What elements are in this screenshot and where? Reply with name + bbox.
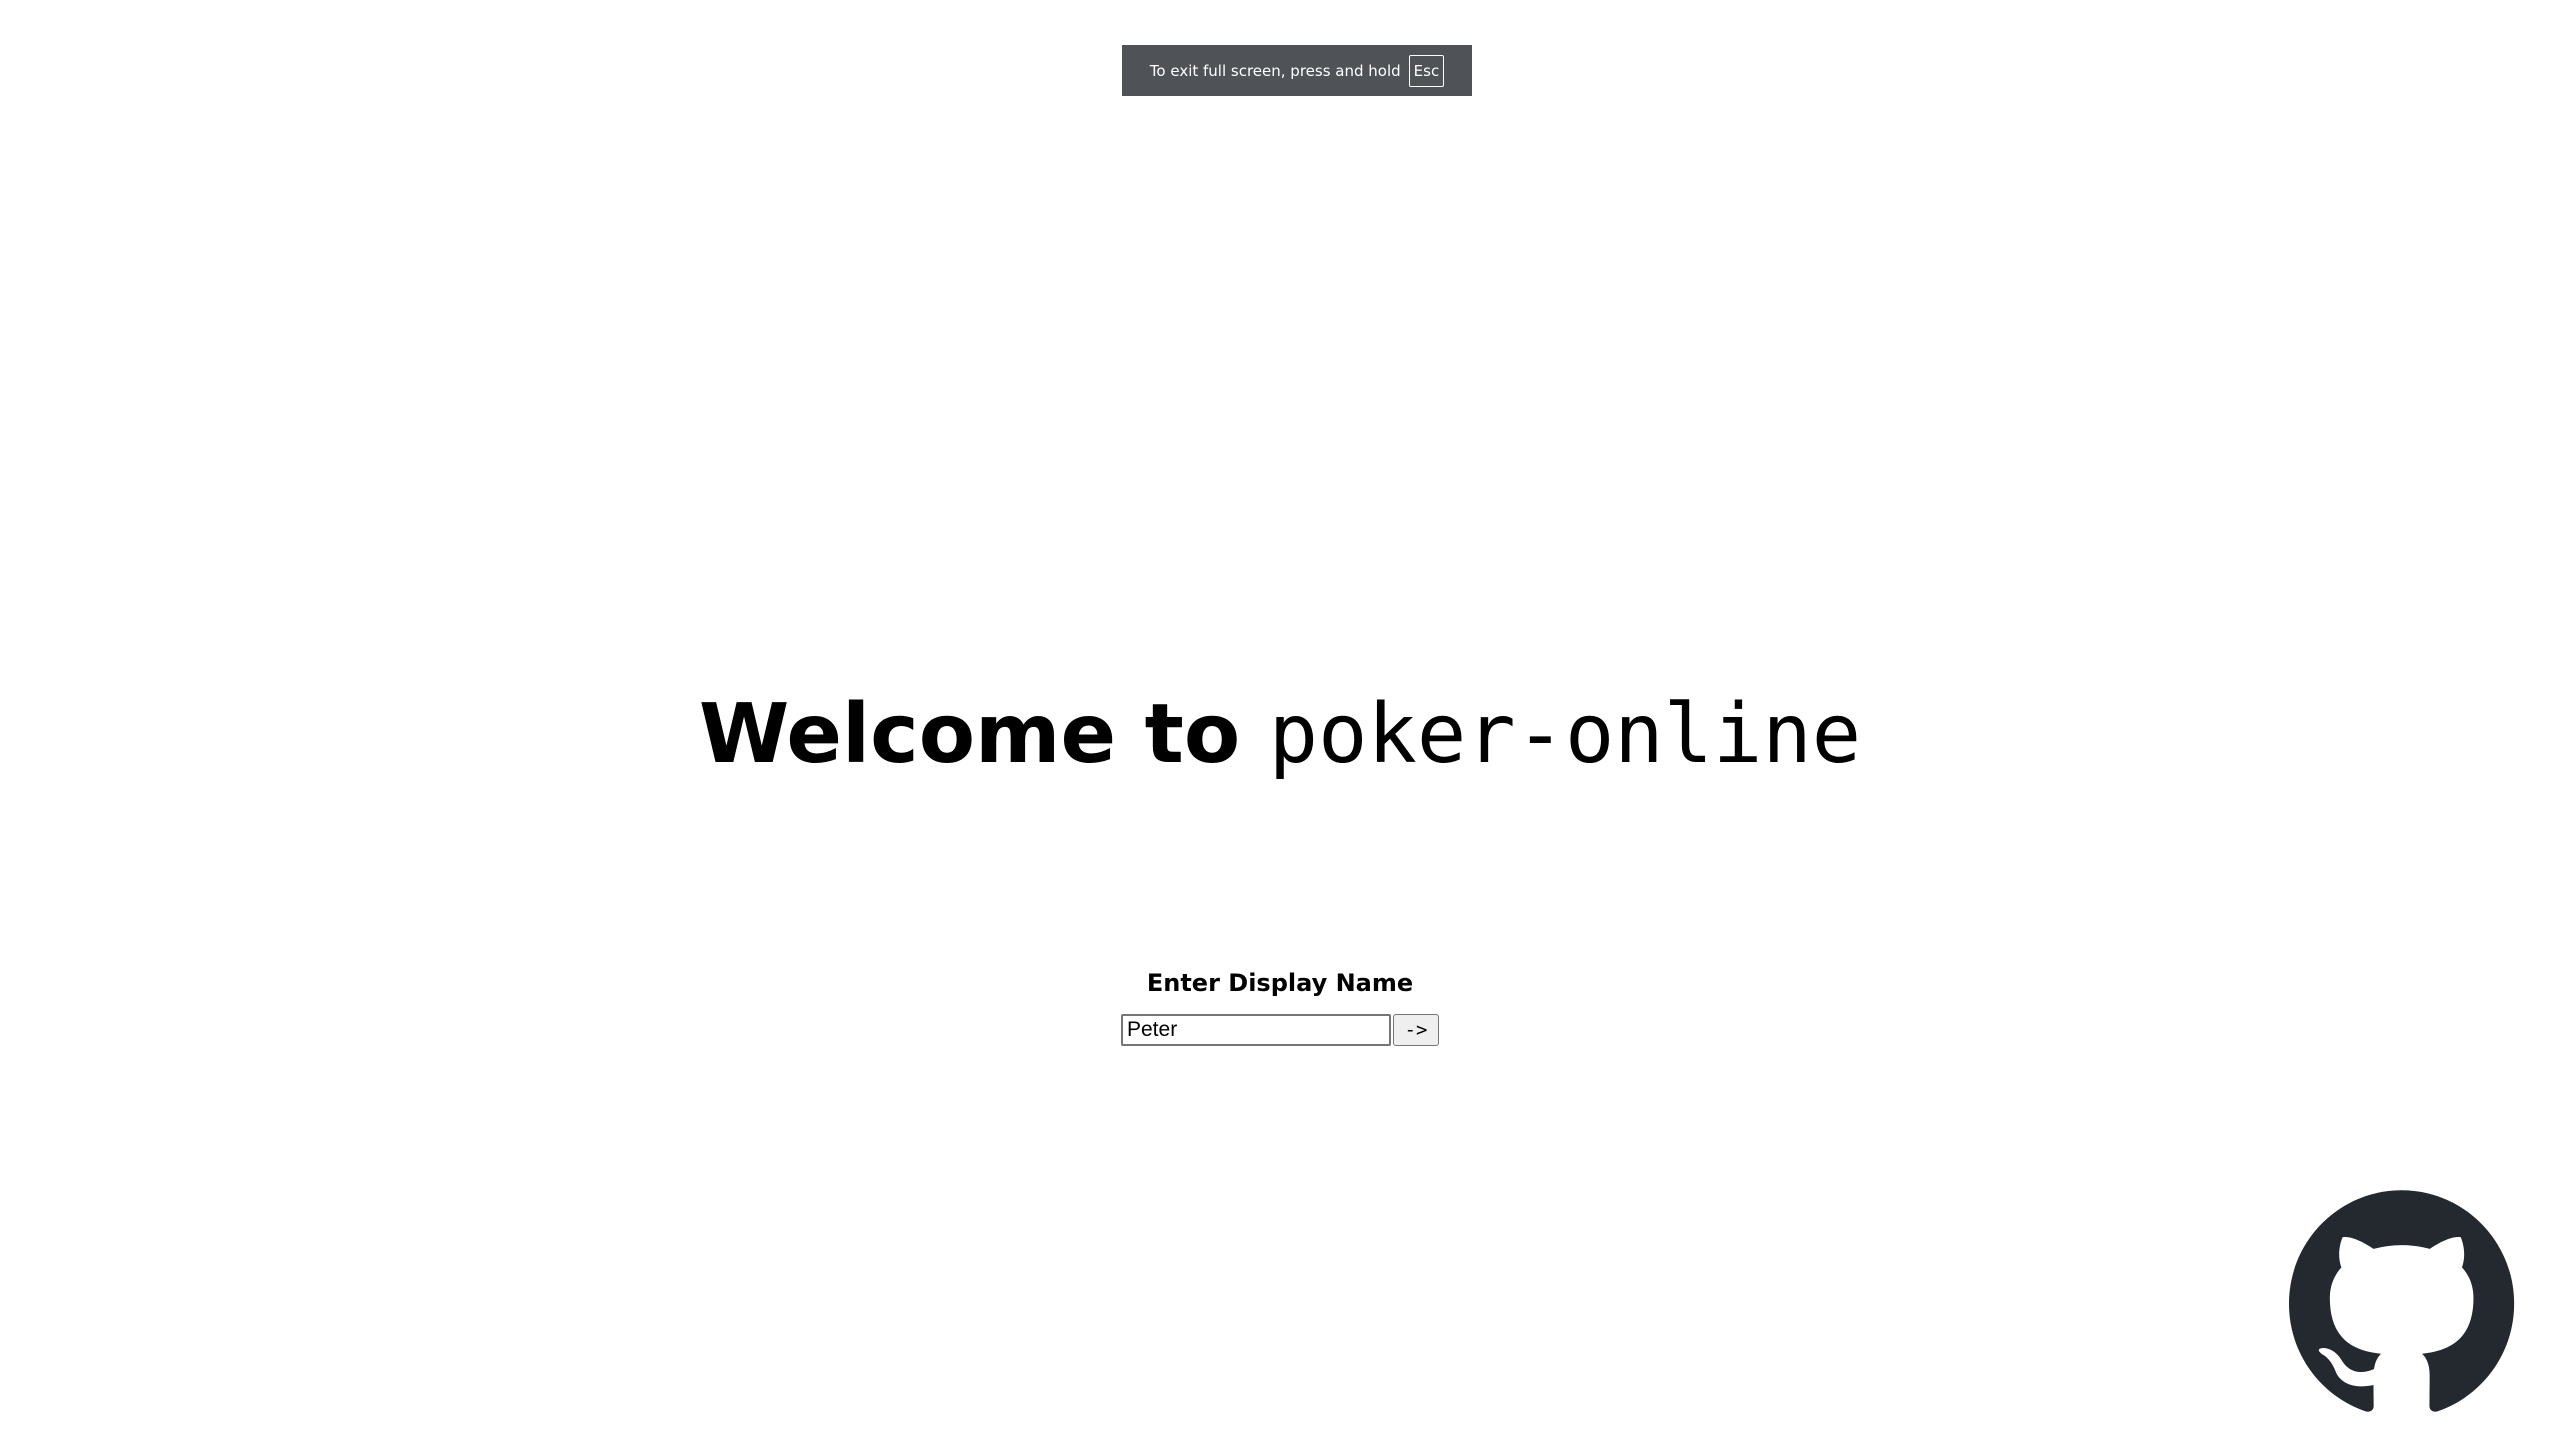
fullscreen-exit-banner: To exit full screen, press and hold Esc <box>1122 45 1472 96</box>
welcome-prefix: Welcome to <box>698 687 1269 782</box>
display-name-row: -> <box>0 1014 2560 1046</box>
display-name-label: Enter Display Name <box>1146 969 1414 997</box>
esc-key-hint: Esc <box>1408 54 1445 87</box>
app-name: poker-online <box>1268 687 1862 782</box>
submit-name-button[interactable]: -> <box>1393 1014 1439 1046</box>
fullscreen-exit-message: To exit full screen, press and hold <box>1149 61 1401 80</box>
github-icon <box>2289 1190 2515 1412</box>
display-name-input[interactable] <box>1121 1014 1391 1046</box>
page: To exit full screen, press and hold Esc … <box>0 0 2560 1440</box>
display-name-form: Enter Display Name -> <box>0 966 2560 1046</box>
welcome-heading: Welcome to poker-online <box>0 680 2560 790</box>
github-link[interactable] <box>2289 1188 2515 1414</box>
